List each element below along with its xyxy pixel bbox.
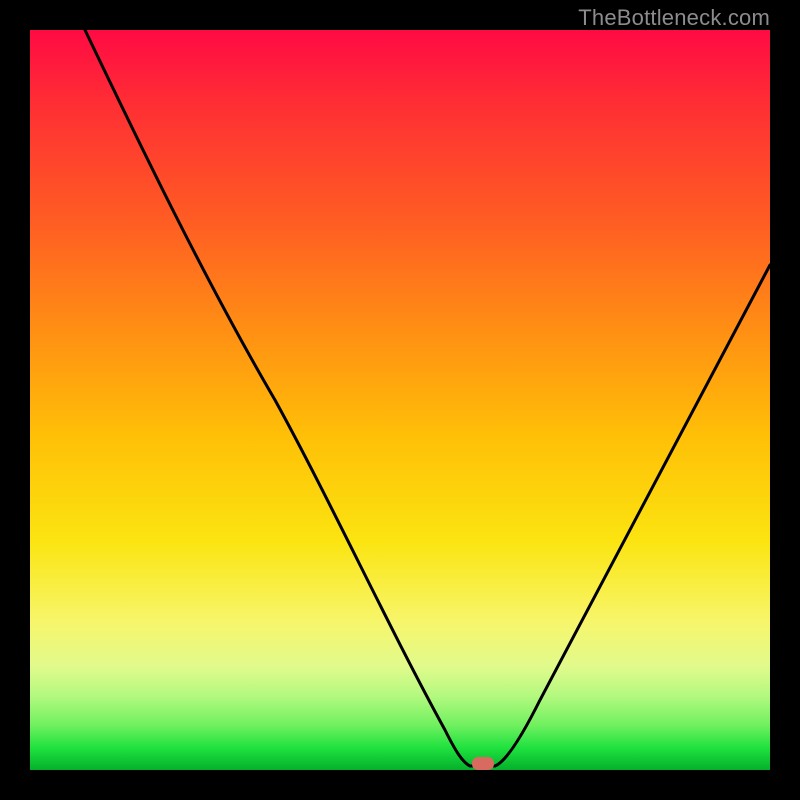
optimal-marker bbox=[472, 757, 494, 770]
chart-viewport: TheBottleneck.com bbox=[0, 0, 800, 800]
attribution-label: TheBottleneck.com bbox=[578, 5, 770, 31]
curve-path bbox=[85, 30, 770, 766]
plot-area bbox=[30, 30, 770, 770]
bottleneck-curve bbox=[30, 30, 770, 770]
